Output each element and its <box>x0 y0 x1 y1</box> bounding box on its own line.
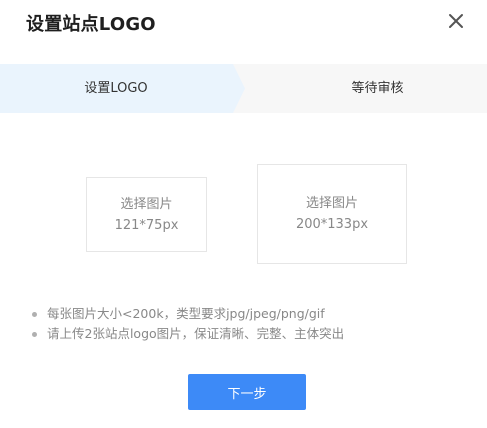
next-step-button[interactable]: 下一步 <box>188 374 306 410</box>
upload-large-label: 选择图片 <box>305 196 358 211</box>
upload-small-logo[interactable]: 选择图片 121*75px <box>86 177 207 252</box>
tip-item: 每张图片大小<200k，类型要求jpg/jpeg/png/gif <box>32 304 344 324</box>
upload-small-size: 121*75px <box>114 217 179 233</box>
logo-settings-dialog: 设置站点LOGO 设置LOGO 等待审核 选择图片 121*75px 选择图片 … <box>0 0 487 428</box>
upload-tips: 每张图片大小<200k，类型要求jpg/jpeg/png/gif 请上传2张站点… <box>32 304 344 344</box>
step-pending-review-label: 等待审核 <box>351 81 404 96</box>
step-set-logo: 设置LOGO <box>0 64 245 113</box>
upload-large-logo[interactable]: 选择图片 200*133px <box>257 164 407 264</box>
step-set-logo-label: 设置LOGO <box>84 81 148 96</box>
upload-large-size: 200*133px <box>295 217 369 232</box>
close-button[interactable] <box>447 12 465 30</box>
tip-item: 请上传2张站点logo图片，保证清晰、完整、主体突出 <box>32 324 344 344</box>
upload-small-label: 选择图片 <box>120 196 173 212</box>
step-indicator: 设置LOGO 等待审核 <box>0 64 487 113</box>
close-icon <box>449 14 463 28</box>
dialog-title: 设置站点LOGO <box>26 14 156 35</box>
